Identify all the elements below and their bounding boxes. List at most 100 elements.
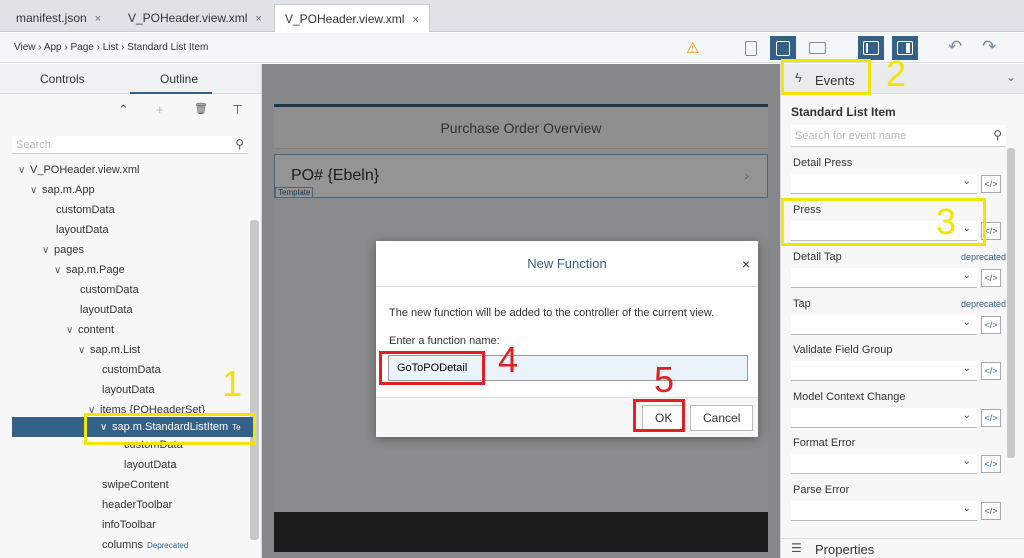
outline-scrollbar[interactable] <box>250 220 259 540</box>
tree-node[interactable]: swipeContent <box>102 475 169 495</box>
code-icon[interactable]: </> <box>981 502 1001 520</box>
tree-node[interactable]: infoToolbar <box>102 515 156 535</box>
file-tab-manifest[interactable]: manifest.json × <box>6 4 111 32</box>
left-panel-icon <box>863 41 879 55</box>
code-icon[interactable]: </> <box>981 175 1001 193</box>
event-detail-press: Detail Press ⌄ </> <box>791 157 1006 201</box>
tablet-device-button[interactable] <box>770 36 796 60</box>
undo-icon[interactable]: ↶ <box>948 37 962 57</box>
search-icon[interactable]: ⚲ <box>235 137 244 151</box>
phone-device-button[interactable] <box>738 36 764 60</box>
event-tap: Tap deprecated ⌄ </> <box>791 298 1006 342</box>
toggle-left-panel-button[interactable] <box>858 36 884 60</box>
deprecated-badge: deprecated <box>960 252 1006 262</box>
dialog-header: New Function × <box>376 241 758 287</box>
event-label: Validate Field Group <box>793 344 893 356</box>
tree-node[interactable]: ∨ sap.m.App <box>30 180 95 200</box>
desktop-icon <box>808 42 826 54</box>
events-scrollbar[interactable] <box>1007 148 1015 458</box>
chevron-down-icon: ⌄ <box>962 270 971 281</box>
tab-controls[interactable]: Controls <box>40 72 85 86</box>
control-title: Standard List Item <box>791 105 896 119</box>
close-icon[interactable]: × <box>95 13 101 25</box>
event-select[interactable]: ⌄ <box>791 408 977 428</box>
chevron-down-icon: ⌄ <box>962 176 971 187</box>
file-tab-view-active[interactable]: V_POHeader.view.xml × <box>274 4 430 32</box>
code-icon[interactable]: </> <box>981 269 1001 287</box>
tree-node[interactable]: customData <box>56 200 115 220</box>
event-select[interactable]: ⌄ <box>791 454 977 474</box>
close-icon[interactable]: × <box>742 241 750 287</box>
event-detail-tap: Detail Tap deprecated ⌄ </> <box>791 251 1006 295</box>
properties-icon: ☰ <box>791 541 802 555</box>
desktop-device-button[interactable] <box>804 36 830 60</box>
filter-icon[interactable]: ⊤ <box>232 102 243 118</box>
annotation-box-1 <box>84 413 256 445</box>
annotation-number-4: 4 <box>498 339 519 380</box>
tree-node[interactable]: layoutData <box>56 220 109 240</box>
code-icon[interactable]: </> <box>981 316 1001 334</box>
chevron-down-icon: ⌄ <box>962 317 971 328</box>
tree-node[interactable]: ∨ V_POHeader.view.xml <box>18 160 139 180</box>
event-label: Parse Error <box>793 484 850 496</box>
event-label: Tap <box>793 298 811 310</box>
annotation-number-5: 5 <box>654 359 675 400</box>
event-model-context-change: Model Context Change ⌄ </> <box>791 391 1006 435</box>
properties-section-header[interactable]: ☰ Properties <box>781 538 1024 558</box>
add-icon[interactable]: + <box>156 102 164 117</box>
file-tab-view-1[interactable]: V_POHeader.view.xml × <box>118 4 272 32</box>
annotation-box-2 <box>781 59 871 95</box>
event-label: Detail Tap <box>793 251 842 263</box>
breadcrumb[interactable]: View › App › Page › List › Standard List… <box>14 42 208 53</box>
file-tab-label: V_POHeader.view.xml <box>128 11 248 25</box>
tree-node[interactable]: columns Deprecated <box>102 535 188 555</box>
redo-icon[interactable]: ↷ <box>982 37 996 57</box>
tree-node[interactable]: layoutData <box>102 380 155 400</box>
event-format-error: Format Error ⌄ </> <box>791 437 1006 481</box>
events-panel: ϟ Events ⌄ Standard List Item Search for… <box>780 64 1024 558</box>
event-search-input[interactable]: Search for event name ⚲ <box>791 125 1006 147</box>
tree-node[interactable]: customData <box>102 360 161 380</box>
tree-node[interactable]: layoutData <box>80 300 133 320</box>
move-up-icon[interactable]: ⌃ <box>118 102 129 118</box>
close-icon[interactable]: × <box>255 13 261 25</box>
dialog-footer: OK Cancel <box>376 397 758 437</box>
code-icon[interactable]: </> <box>981 455 1001 473</box>
chevron-down-icon: ⌄ <box>962 503 971 514</box>
cancel-button[interactable]: Cancel <box>690 405 754 431</box>
search-icon[interactable]: ⚲ <box>993 128 1002 142</box>
deprecated-badge: deprecated <box>960 299 1006 309</box>
outline-search-input[interactable]: Search ⚲ <box>12 136 248 154</box>
event-select[interactable]: ⌄ <box>791 174 977 194</box>
chevron-down-icon[interactable]: ⌄ <box>1006 70 1016 84</box>
delete-icon[interactable]: 🗑 <box>194 102 208 115</box>
properties-label: Properties <box>815 542 875 557</box>
tree-node[interactable]: headerToolbar <box>102 495 172 515</box>
close-icon[interactable]: × <box>412 14 418 26</box>
tree-node[interactable]: ∨ content <box>66 320 114 340</box>
tree-node[interactable]: customData <box>80 280 139 300</box>
chevron-down-icon: ⌄ <box>962 410 971 421</box>
warning-icon[interactable]: ⚠ <box>686 39 699 57</box>
tree-node[interactable]: ∨ pages <box>42 240 84 260</box>
tab-outline[interactable]: Outline <box>160 72 198 86</box>
event-select[interactable]: ⌄ <box>791 268 977 288</box>
tree-node[interactable]: ∨ sap.m.Page <box>54 260 125 280</box>
annotation-box-5 <box>633 399 685 432</box>
event-select[interactable]: ⌄ <box>791 315 977 335</box>
search-placeholder: Search <box>16 139 51 151</box>
tree-node[interactable]: layoutData <box>124 455 177 475</box>
chevron-down-icon: ⌄ <box>962 363 971 374</box>
annotation-number-2: 2 <box>886 53 907 94</box>
event-parse-error: Parse Error ⌄ </> <box>791 484 1006 528</box>
outline-panel: Controls Outline ⌃ + 🗑 ⊤ Search ⚲ ∨ V_POH… <box>0 64 262 558</box>
search-placeholder: Search for event name <box>795 130 907 142</box>
tablet-icon <box>776 40 790 56</box>
code-icon[interactable]: </> <box>981 362 1001 380</box>
event-select[interactable]: ⌄ <box>791 361 977 381</box>
code-icon[interactable]: </> <box>981 409 1001 427</box>
tree-node[interactable]: ∨ sap.m.List <box>78 340 140 360</box>
function-name-label: Enter a function name: <box>389 335 500 347</box>
event-select[interactable]: ⌄ <box>791 501 977 521</box>
left-panel-tabs: Controls Outline <box>0 64 261 94</box>
